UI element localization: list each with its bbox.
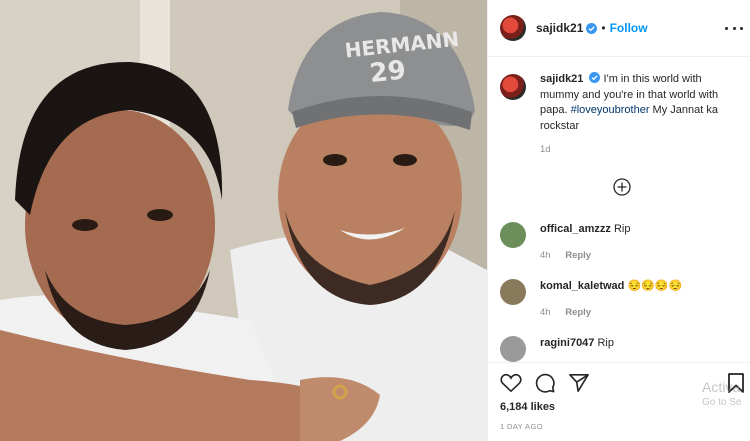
caption-hashtag[interactable]: #loveyoubrother (571, 104, 650, 116)
commenter-avatar[interactable] (500, 279, 526, 305)
comment-meta: 4h Reply (540, 307, 745, 318)
post-footer: 6,184 likes 1 DAY AGO Activa Go to Se (488, 362, 750, 441)
post-timestamp: 1 DAY AGO (500, 422, 543, 431)
reply-button[interactable]: Reply (565, 250, 591, 261)
commenter-username[interactable]: komal_kaletwad (540, 280, 624, 292)
comment-text: ragini7047 Rip (540, 336, 745, 350)
comment-body: 😔😔😔😔 (627, 280, 683, 292)
post-photo[interactable]: HERMANN 29 (0, 0, 487, 441)
comment-body: Rip (613, 223, 631, 235)
verified-badge-icon (586, 22, 598, 34)
more-options-icon[interactable] (725, 20, 743, 36)
heart-icon[interactable] (500, 373, 522, 393)
comment-meta: 4h Reply (540, 250, 745, 261)
post-image: HERMANN 29 (0, 0, 487, 441)
likes-count[interactable]: 6,184 likes (500, 401, 555, 413)
commenter-username[interactable]: ragini7047 (540, 337, 594, 349)
action-bar (500, 373, 590, 393)
commenter-avatar[interactable] (500, 336, 526, 362)
verified-badge-icon (589, 72, 601, 83)
activation-watermark: Activa Go to Se (702, 379, 741, 408)
caption-author-avatar[interactable] (500, 74, 526, 100)
post-caption: sajidk21 I'm in this world with mummy an… (500, 72, 740, 155)
reply-button[interactable]: Reply (565, 307, 591, 318)
author-username[interactable]: sajidk21 (536, 21, 583, 35)
comment-item: offical_amzzz Rip 4h Reply (500, 222, 745, 261)
watermark-line2: Go to Se (702, 397, 742, 408)
comment-item: komal_kaletwad 😔😔😔😔 4h Reply (500, 279, 745, 318)
comment-text: offical_amzzz Rip (540, 222, 745, 236)
watermark-line1: Activa (702, 379, 741, 395)
svg-text:29: 29 (368, 55, 407, 89)
author-avatar[interactable] (500, 15, 526, 41)
caption-username[interactable]: sajidk21 (540, 73, 583, 85)
commenter-avatar[interactable] (500, 222, 526, 248)
comment-body: Rip (597, 337, 614, 349)
comment-time: 4h (540, 250, 551, 261)
post-header: sajidk21 • Follow (488, 0, 750, 57)
separator-dot: • (601, 21, 606, 35)
commenter-username[interactable]: offical_amzzz (540, 223, 611, 235)
comment-icon[interactable] (534, 373, 556, 393)
comment-item: ragini7047 Rip (500, 336, 745, 362)
caption-text: sajidk21 I'm in this world with mummy an… (540, 72, 740, 134)
caption-time: 1d (540, 144, 551, 155)
add-circle-icon[interactable] (613, 178, 631, 196)
follow-button[interactable]: Follow (610, 21, 648, 35)
send-icon[interactable] (568, 373, 590, 393)
comment-text: komal_kaletwad 😔😔😔😔 (540, 279, 745, 293)
comment-time: 4h (540, 307, 551, 318)
post-side-panel: sajidk21 • Follow sajidk21 I'm in this w… (487, 0, 750, 441)
